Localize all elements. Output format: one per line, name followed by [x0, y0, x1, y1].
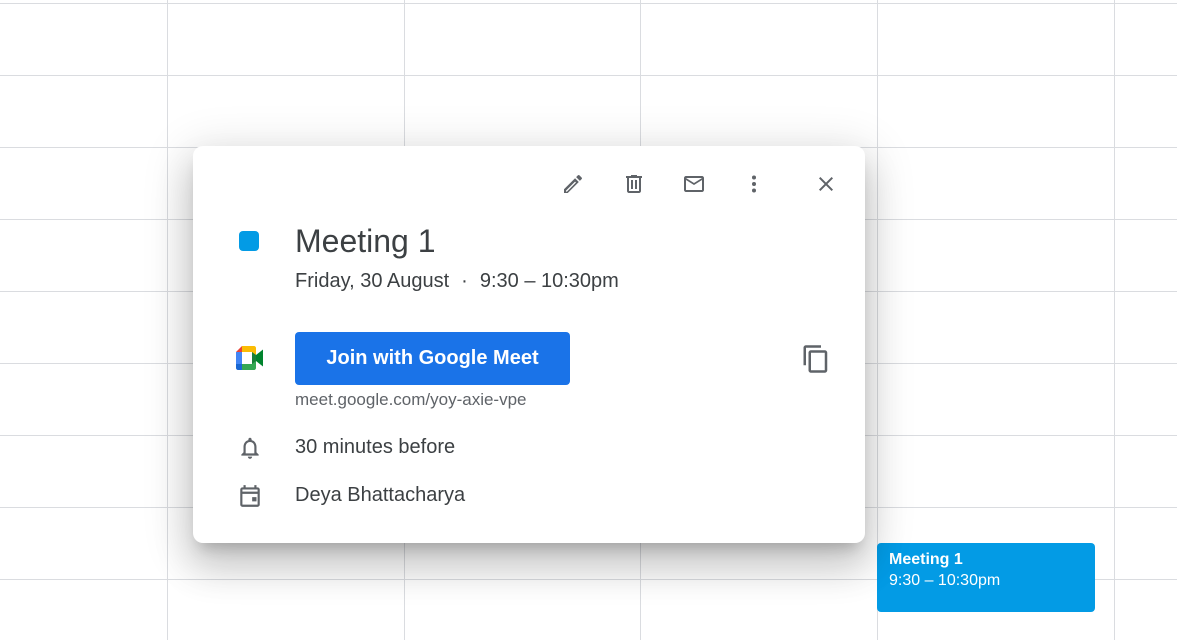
delete-event-button[interactable]: [616, 166, 652, 202]
meet-link[interactable]: meet.google.com/yoy-axie-vpe: [295, 389, 527, 411]
reminder-text: 30 minutes before: [295, 436, 456, 458]
event-title: Meeting 1: [295, 223, 436, 259]
trash-icon: [626, 175, 642, 193]
grid-column-divider: [167, 0, 168, 640]
calendar-icon-wrap: [237, 483, 263, 509]
copy-meet-link-button[interactable]: [797, 340, 835, 378]
event-date: Friday, 30 August: [295, 270, 450, 292]
bell-icon: [241, 437, 259, 459]
event-chip-meeting[interactable]: Meeting 1 9:30 – 10:30pm: [877, 543, 1095, 612]
event-datetime: Friday, 30 August · 9:30 – 10:30pm: [295, 268, 619, 294]
email-guests-button[interactable]: [676, 166, 712, 202]
calendar-owner: Deya Bhattacharya: [295, 484, 466, 506]
join-google-meet-button[interactable]: Join with Google Meet: [295, 332, 570, 385]
event-chip-time: 9:30 – 10:30pm: [889, 572, 1001, 589]
grid-row-divider: [0, 3, 1177, 4]
edit-event-button[interactable]: [555, 166, 591, 202]
more-options-button[interactable]: [736, 166, 772, 202]
event-time: 9:30 – 10:30pm: [479, 270, 619, 292]
event-chip-title: Meeting 1: [889, 551, 963, 568]
reminder-icon-wrap: [237, 435, 263, 461]
grid-row-divider: [0, 75, 1177, 76]
grid-column-divider: [1114, 0, 1115, 640]
event-details-popup: Meeting 1 Friday, 30 August · 9:30 – 10:30…: [193, 146, 865, 543]
pencil-icon: [564, 174, 583, 193]
close-icon: [819, 177, 833, 191]
mail-icon: [684, 176, 704, 192]
more-vertical-icon: [752, 175, 756, 193]
google-meet-logo-icon: [236, 346, 263, 370]
event-color-swatch: [239, 231, 259, 251]
copy-icon: [803, 345, 828, 373]
close-popup-button[interactable]: [808, 166, 844, 202]
calendar-icon: [240, 485, 260, 507]
datetime-separator: ·: [461, 270, 468, 292]
